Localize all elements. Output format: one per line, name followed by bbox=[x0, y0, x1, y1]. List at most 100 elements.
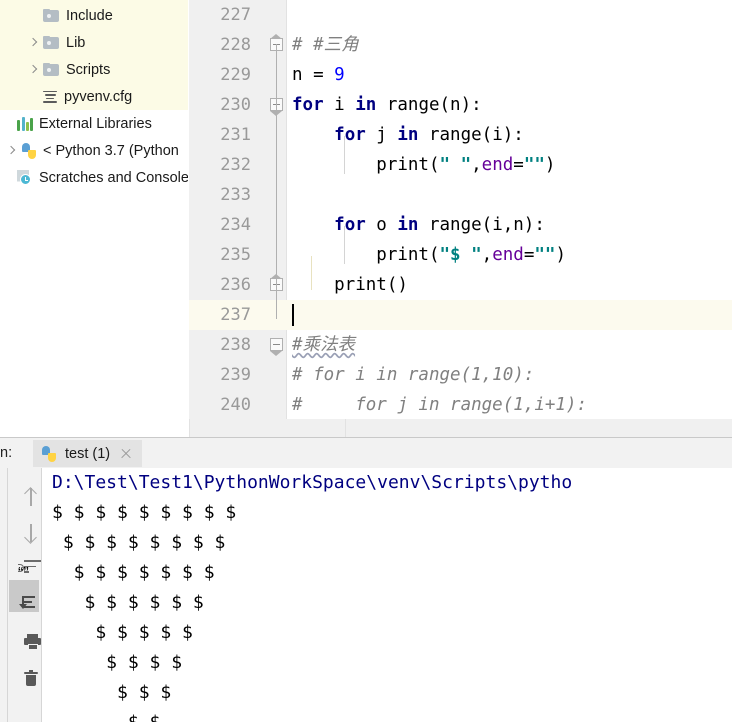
token: range(i,n): bbox=[418, 215, 545, 235]
token: for bbox=[334, 215, 366, 235]
line-number: 237 bbox=[220, 305, 251, 325]
token: end bbox=[481, 155, 514, 175]
token: for bbox=[334, 125, 366, 145]
line-number: 236 bbox=[220, 275, 251, 295]
token: "$ " bbox=[439, 245, 482, 265]
line-number: 233 bbox=[220, 185, 251, 205]
chevron-right-icon[interactable] bbox=[4, 144, 18, 158]
editor-line[interactable]: 238 #乘法表 bbox=[189, 330, 732, 360]
print-icon-button[interactable] bbox=[9, 618, 41, 650]
editor-line[interactable]: 232 print(" ",end="") bbox=[189, 150, 732, 180]
console-output[interactable]: D:\Test\Test1\PythonWorkSpace\venv\Scrip… bbox=[42, 468, 732, 722]
indent-guide-2 bbox=[344, 226, 345, 264]
python-icon bbox=[41, 445, 57, 462]
line-number: 239 bbox=[220, 365, 251, 385]
console-output-line: $ $ $ $ $ $ bbox=[52, 592, 215, 613]
token: range(n): bbox=[376, 95, 482, 115]
line-number: 229 bbox=[220, 65, 251, 85]
token: o bbox=[365, 215, 398, 235]
project-tool-window[interactable]: Include Lib Scripts pyvenv.cfg External Libr… bbox=[0, 0, 188, 437]
token: n = bbox=[292, 65, 335, 85]
soft-wrap-icon-button[interactable] bbox=[9, 544, 41, 576]
token: in bbox=[355, 95, 377, 115]
tree-item-python-3-7-python[interactable]: < Python 3.7 (Python bbox=[0, 137, 188, 164]
editor-line[interactable]: 237 bbox=[189, 300, 732, 330]
token: in bbox=[397, 125, 419, 145]
editor-line[interactable]: 236 print() bbox=[189, 270, 732, 300]
tree-item-scripts[interactable]: Scripts bbox=[0, 56, 188, 83]
code-text: print("$ ",end="") bbox=[292, 240, 566, 270]
tree-item-include[interactable]: Include bbox=[0, 2, 188, 29]
code-text: for o in range(i,n): bbox=[292, 210, 545, 240]
token: "" bbox=[534, 245, 556, 265]
console-output-line: $ $ $ $ $ $ $ $ $ bbox=[52, 502, 248, 523]
line-number: 240 bbox=[220, 395, 251, 415]
editor-line[interactable]: 227 bbox=[189, 0, 732, 30]
tree-item-scratches-and-consoles[interactable]: Scratches and Consoles bbox=[0, 164, 188, 191]
text-caret bbox=[292, 304, 294, 326]
chevron-right-icon[interactable] bbox=[26, 36, 40, 50]
token: = bbox=[523, 245, 535, 265]
token: 9 bbox=[334, 65, 345, 85]
editor-line[interactable]: 233 bbox=[189, 180, 732, 210]
tree-item-label: Include bbox=[66, 7, 113, 24]
editor-line[interactable]: 235 print("$ ",end="") bbox=[189, 240, 732, 270]
folder-icon bbox=[43, 63, 59, 76]
current-line-highlight bbox=[251, 300, 732, 330]
code-text: print() bbox=[292, 270, 408, 300]
token: # for i in range(1,10): bbox=[292, 365, 535, 385]
tree-item-label: < Python 3.7 (Python bbox=[43, 142, 179, 159]
tree-item-external-libraries[interactable]: External Libraries bbox=[0, 110, 188, 137]
code-text: # #三角 bbox=[292, 30, 359, 60]
run-tool-window: n: test (1) D:\Test\Test1\PythonWorkSpac… bbox=[0, 438, 732, 722]
token: , bbox=[481, 245, 493, 265]
run-window-label: n: bbox=[0, 445, 13, 461]
editor-line[interactable]: 234 for o in range(i,n): bbox=[189, 210, 732, 240]
run-tab-test[interactable]: test (1) bbox=[33, 440, 143, 467]
editor-line[interactable]: 240 # for j in range(1,i+1): bbox=[189, 390, 732, 420]
code-editor[interactable]: 227 228 # #三角 229 n = 9 230 for i in range(n):… bbox=[189, 0, 732, 437]
tree-item-label: Scripts bbox=[66, 61, 111, 78]
editor-line[interactable]: 229 n = 9 bbox=[189, 60, 732, 90]
editor-bottom-strip-left-border bbox=[189, 419, 190, 437]
line-number: 228 bbox=[220, 35, 251, 55]
trash-icon-button[interactable] bbox=[9, 654, 39, 686]
console-output-line: $ $ $ $ $ bbox=[52, 622, 204, 643]
down-arrow-icon-button[interactable] bbox=[9, 508, 39, 544]
editor-lines[interactable]: 227 228 # #三角 229 n = 9 230 for i in range(n):… bbox=[189, 0, 732, 420]
fold-marker-end-top[interactable] bbox=[270, 34, 284, 52]
folder-icon bbox=[43, 9, 59, 22]
indent-guide-3 bbox=[311, 256, 312, 290]
python-icon bbox=[21, 142, 37, 159]
editor-bottom-strip bbox=[189, 419, 732, 437]
fold-marker-open[interactable] bbox=[270, 98, 284, 116]
editor-line[interactable]: 231 for j in range(i): bbox=[189, 120, 732, 150]
tree-item-label: pyvenv.cfg bbox=[64, 88, 133, 105]
token: ) bbox=[544, 155, 556, 175]
tree-item-lib[interactable]: Lib bbox=[0, 29, 188, 56]
editor-line[interactable]: 230 for i in range(n): bbox=[189, 90, 732, 120]
code-text: #乘法表 bbox=[292, 330, 355, 360]
fold-marker-open[interactable] bbox=[270, 338, 284, 356]
line-number: 238 bbox=[220, 335, 251, 355]
token: #乘法表 bbox=[292, 335, 356, 355]
console-output-line: $ $ bbox=[42, 708, 732, 722]
scroll-to-end-icon-button[interactable] bbox=[9, 580, 39, 612]
tree-item-pyvenv-cfg[interactable]: pyvenv.cfg bbox=[0, 83, 188, 110]
token: j bbox=[365, 125, 398, 145]
up-arrow-icon-button[interactable] bbox=[9, 472, 39, 506]
chevron-right-icon[interactable] bbox=[26, 63, 40, 77]
token: for bbox=[292, 95, 324, 115]
toolbar-left-rule bbox=[7, 468, 8, 722]
close-icon[interactable] bbox=[120, 448, 132, 460]
token: in bbox=[397, 215, 419, 235]
token: , bbox=[471, 155, 482, 175]
fold-marker-end-bottom[interactable] bbox=[270, 274, 284, 292]
run-tab-bar: n: test (1) bbox=[0, 438, 732, 468]
line-number: 230 bbox=[220, 95, 251, 115]
token: range(i): bbox=[418, 125, 524, 145]
run-tab-label: test (1) bbox=[65, 445, 111, 462]
editor-line[interactable]: 228 # #三角 bbox=[189, 30, 732, 60]
editor-line[interactable]: 239 # for i in range(1,10): bbox=[189, 360, 732, 390]
